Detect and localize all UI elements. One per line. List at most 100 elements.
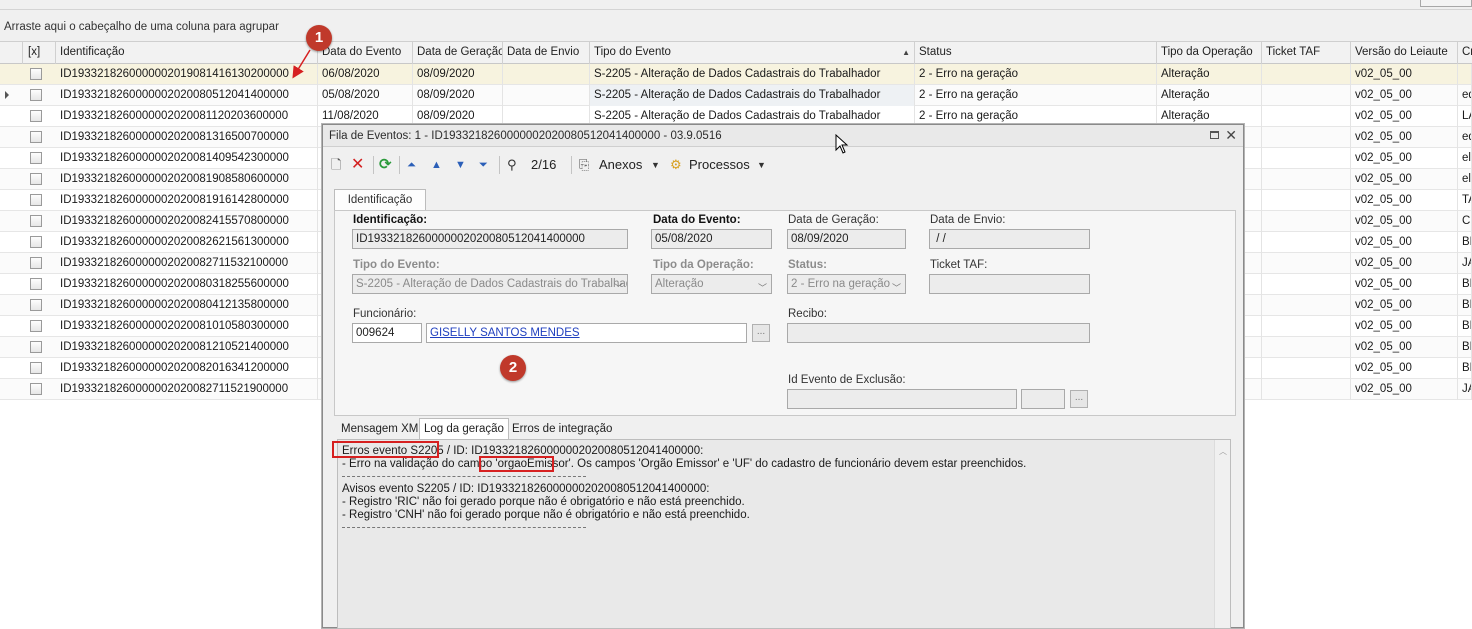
cell-id[interactable]: ID1933218260000002020082621561300000 (56, 232, 318, 253)
cell-cr[interactable]: ed (1458, 127, 1472, 148)
cell-versao[interactable]: v02_05_00 (1351, 127, 1458, 148)
cell-tipo-operacao[interactable]: Alteração (1157, 85, 1262, 106)
cell-versao[interactable]: v02_05_00 (1351, 253, 1458, 274)
col-header-select[interactable]: [x] (23, 42, 56, 64)
search-binoculars-icon[interactable]: ⚲ (507, 155, 517, 175)
cell-versao[interactable]: v02_05_00 (1351, 274, 1458, 295)
processos-menu-button[interactable]: Processos (689, 155, 750, 175)
row-checkbox[interactable] (30, 215, 42, 227)
recibo-field[interactable] (787, 323, 1090, 343)
cell-status[interactable]: 2 - Erro na geração (915, 85, 1157, 106)
row-checkbox[interactable] (30, 173, 42, 185)
tipo-operacao-select[interactable]: Alteração ﹀ (651, 274, 772, 294)
cell-cr[interactable]: BR (1458, 295, 1472, 316)
cell-id[interactable]: ID1933218260000002020081120203600000 (56, 106, 318, 127)
row-checkbox[interactable] (30, 110, 42, 122)
col-header-versao-leiaute[interactable]: Versão do Leiaute (1351, 42, 1458, 64)
top-strip-button[interactable] (1420, 0, 1472, 7)
cell-id[interactable]: ID1933218260000002020081908580600000 (56, 169, 318, 190)
cell-status[interactable]: 2 - Erro na geração (915, 64, 1157, 85)
funcionario-lookup-button[interactable]: ... (752, 324, 770, 342)
cell-ticket[interactable] (1262, 127, 1351, 148)
cell-cr[interactable]: BR (1458, 274, 1472, 295)
row-checkbox[interactable] (30, 278, 42, 290)
cell-ticket[interactable] (1262, 232, 1351, 253)
funcionario-code-field[interactable]: 009624 (352, 323, 422, 343)
col-header-status[interactable]: Status (915, 42, 1157, 64)
chevron-down-icon[interactable]: ▼ (757, 155, 766, 175)
cell-id[interactable]: ID1933218260000002020082415570800000 (56, 211, 318, 232)
cell-ticket[interactable] (1262, 253, 1351, 274)
cell-versao[interactable]: v02_05_00 (1351, 295, 1458, 316)
cell-id[interactable]: ID1933218260000002019081416130200000 (56, 64, 318, 85)
col-header-data-geracao[interactable]: Data de Geração (413, 42, 503, 64)
cell-cr[interactable]: BR (1458, 358, 1472, 379)
maximize-icon[interactable] (1210, 131, 1219, 139)
cell-id[interactable]: ID1933218260000002020081916142800000 (56, 190, 318, 211)
cell-cr[interactable]: ely (1458, 169, 1472, 190)
next-record-icon[interactable]: ▼ (455, 155, 466, 175)
ticket-taf-field[interactable] (929, 274, 1090, 294)
cell-versao[interactable]: v02_05_00 (1351, 106, 1458, 127)
cell-cr[interactable]: BR (1458, 232, 1472, 253)
cell-ticket[interactable] (1262, 358, 1351, 379)
cell-versao[interactable]: v02_05_00 (1351, 85, 1458, 106)
table-row[interactable]: ID1933218260000002019081416130200000 06/0… (0, 64, 1472, 85)
cell-versao[interactable]: v02_05_00 (1351, 190, 1458, 211)
cell-data-geracao[interactable]: 08/09/2020 (413, 64, 503, 85)
id-exclusao-lookup-button[interactable]: ... (1070, 390, 1088, 408)
col-header-ticket-taf[interactable]: Ticket TAF (1262, 42, 1351, 64)
cell-id[interactable]: ID1933218260000002020082711521900000 (56, 379, 318, 400)
col-header-identificacao[interactable]: Identificação (56, 42, 318, 64)
cell-tipo-evento[interactable]: S-2205 - Alteração de Dados Cadastrais d… (590, 64, 915, 85)
cell-data-envio[interactable] (503, 64, 590, 85)
cell-id[interactable]: ID1933218260000002020082016341200000 (56, 358, 318, 379)
id-exclusao-field[interactable] (787, 389, 1017, 409)
cell-cr[interactable]: LA (1458, 106, 1472, 127)
refresh-icon[interactable]: ⟳ (379, 155, 392, 175)
log-scrollbar[interactable]: ︿ (1214, 440, 1230, 628)
cell-cr[interactable]: BR (1458, 337, 1472, 358)
cell-ticket[interactable] (1262, 211, 1351, 232)
cell-ticket[interactable] (1262, 337, 1351, 358)
cell-cr[interactable]: JA (1458, 379, 1472, 400)
row-checkbox[interactable] (30, 68, 42, 80)
cell-cr[interactable]: ed (1458, 85, 1472, 106)
col-header-tipo-operacao[interactable]: Tipo da Operação (1157, 42, 1262, 64)
cell-data-geracao[interactable]: 08/09/2020 (413, 85, 503, 106)
tab-log-geracao[interactable]: Log da geração (419, 418, 509, 440)
cell-ticket[interactable] (1262, 85, 1351, 106)
row-checkbox[interactable] (30, 341, 42, 353)
id-exclusao-secondary-field[interactable] (1021, 389, 1065, 409)
cell-id[interactable]: ID1933218260000002020080512041400000 (56, 85, 318, 106)
chevron-down-icon[interactable]: ▼ (651, 155, 660, 175)
cell-versao[interactable]: v02_05_00 (1351, 211, 1458, 232)
funcionario-name-link[interactable]: GISELLY SANTOS MENDES (426, 323, 747, 343)
row-checkbox[interactable] (30, 299, 42, 311)
tab-mensagem-xml[interactable]: Mensagem XML (337, 421, 429, 439)
cell-cr[interactable]: BR (1458, 316, 1472, 337)
cell-versao[interactable]: v02_05_00 (1351, 316, 1458, 337)
close-icon[interactable]: ✕ (1225, 127, 1237, 143)
cell-data-evento[interactable]: 06/08/2020 (318, 64, 413, 85)
cell-ticket[interactable] (1262, 169, 1351, 190)
row-checkbox[interactable] (30, 362, 42, 374)
cell-id[interactable]: ID1933218260000002020081316500700000 (56, 127, 318, 148)
cell-ticket[interactable] (1262, 274, 1351, 295)
data-evento-field[interactable]: 05/08/2020 (651, 229, 772, 249)
cell-cr[interactable]: TA (1458, 190, 1472, 211)
cell-ticket[interactable] (1262, 106, 1351, 127)
previous-record-icon[interactable]: ▲ (431, 155, 442, 175)
cell-id[interactable]: ID1933218260000002020081010580300000 (56, 316, 318, 337)
cell-versao[interactable]: v02_05_00 (1351, 379, 1458, 400)
last-record-icon[interactable]: ⏷ (479, 155, 488, 175)
log-text-area[interactable]: Erros evento S2205 / ID: ID1933218260000… (337, 439, 1231, 629)
dialog-titlebar[interactable]: Fila de Eventos: 1 - ID19332182600000020… (323, 125, 1243, 147)
first-record-icon[interactable]: ⏶ (407, 155, 416, 175)
data-envio-field[interactable]: / / (929, 229, 1090, 249)
tab-identificacao[interactable]: Identificação (334, 189, 426, 211)
row-checkbox[interactable] (30, 194, 42, 206)
cell-cr[interactable] (1458, 64, 1472, 85)
cell-cr[interactable]: CI (1458, 211, 1472, 232)
cell-data-evento[interactable]: 05/08/2020 (318, 85, 413, 106)
